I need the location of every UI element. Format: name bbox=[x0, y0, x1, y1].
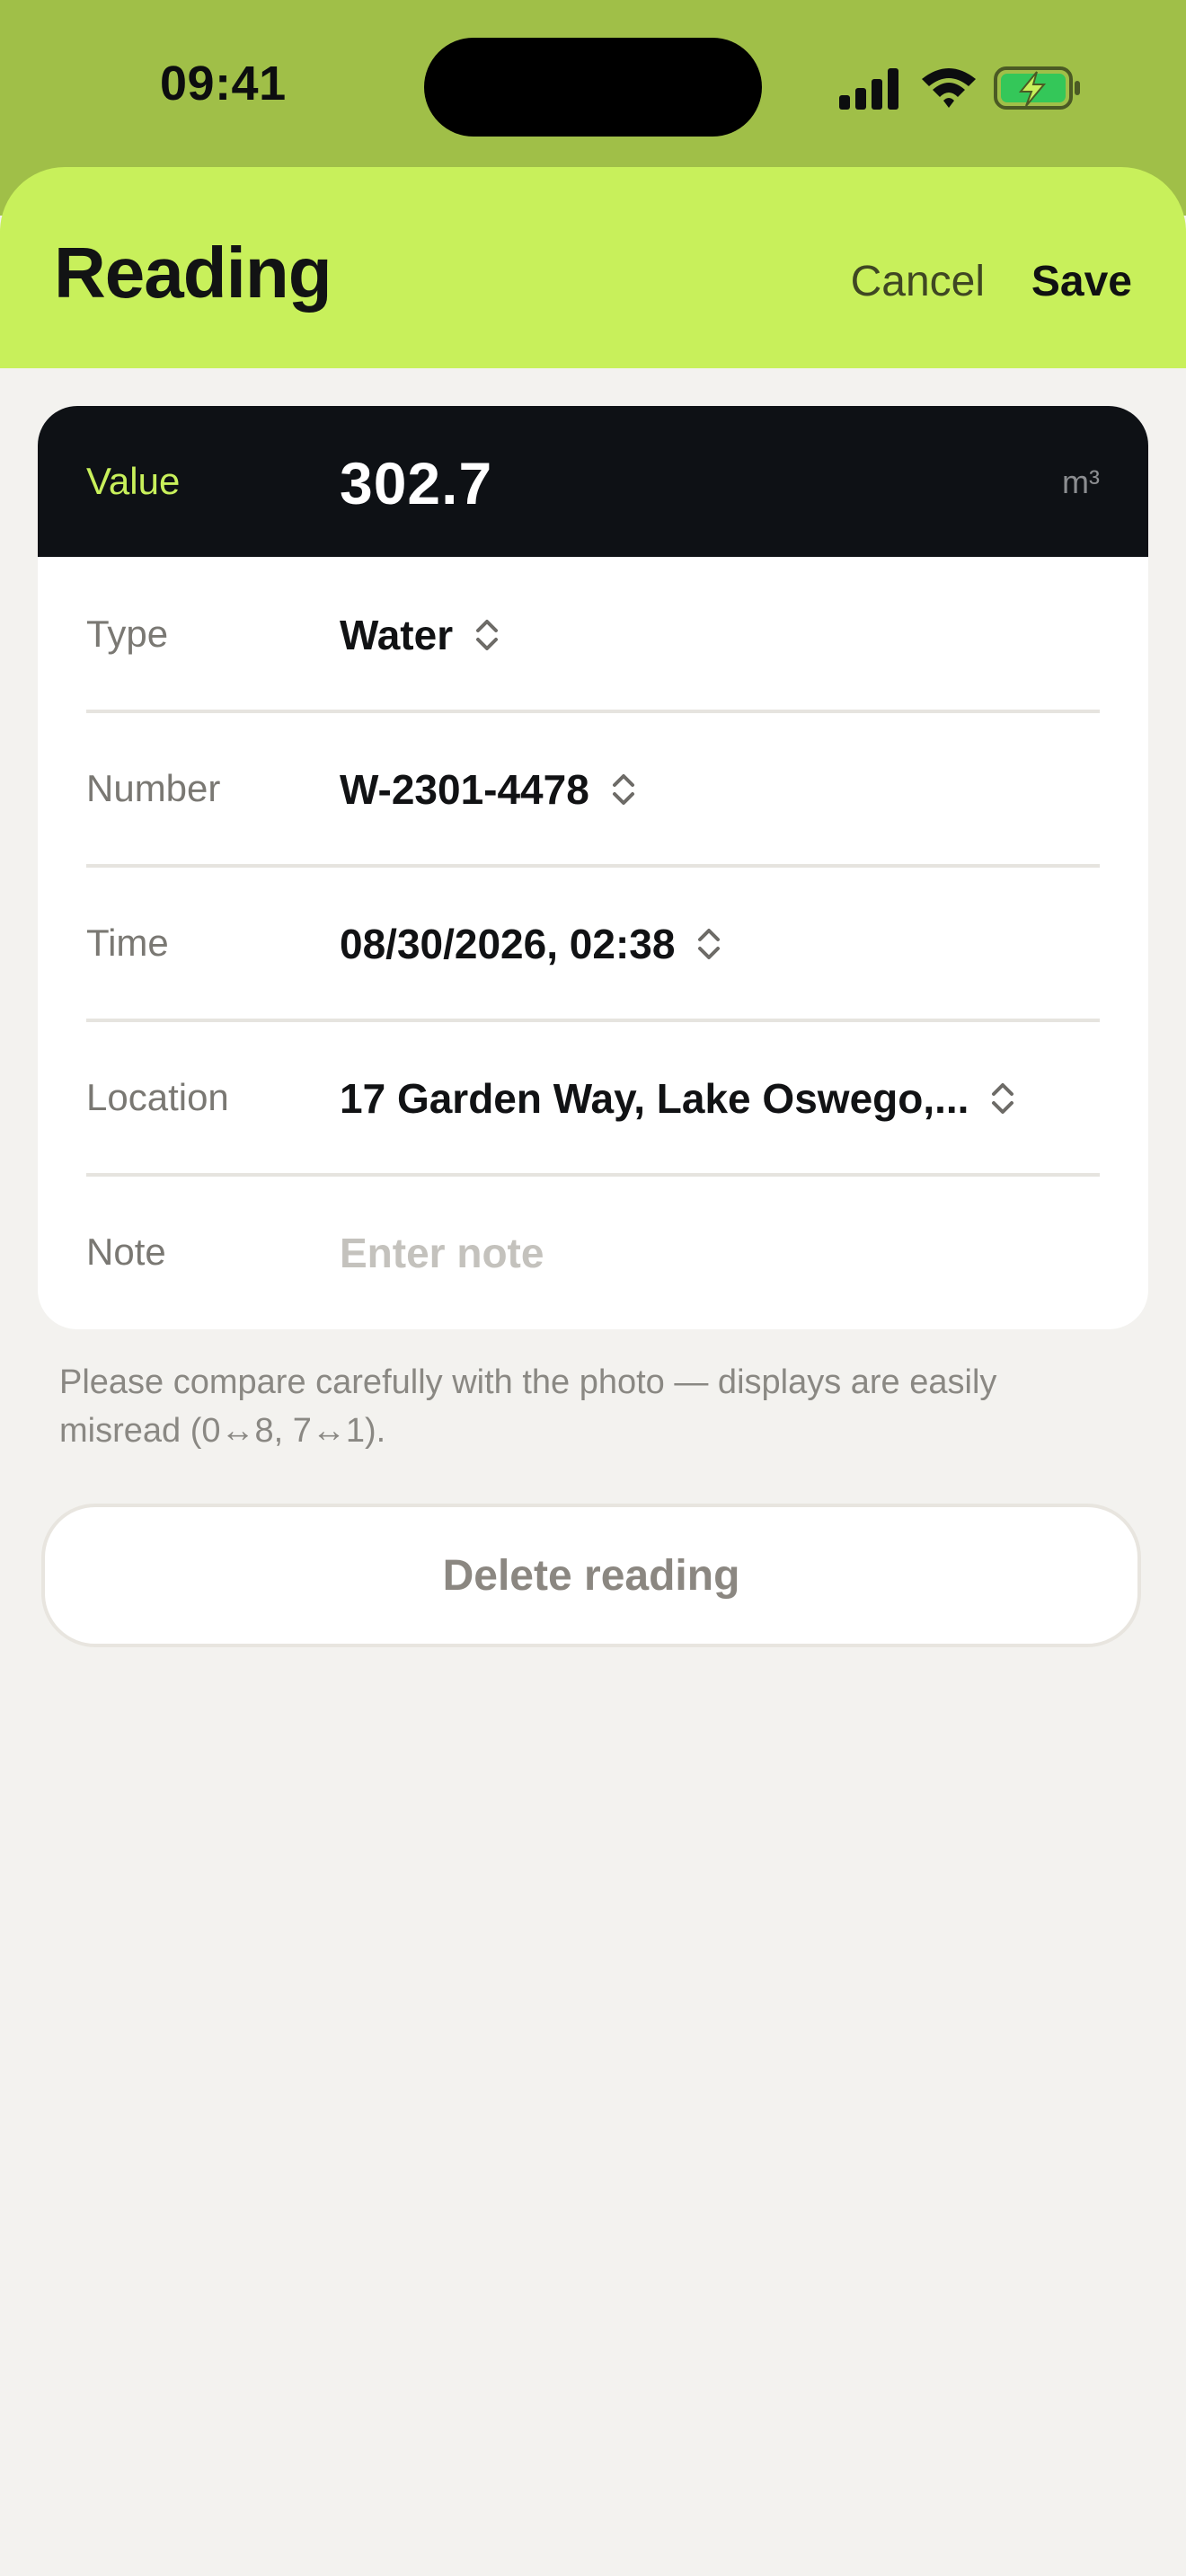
chevron-up-down-icon bbox=[612, 774, 634, 805]
type-value: Water bbox=[340, 612, 454, 658]
value-row[interactable]: Value 302.7 m³ bbox=[38, 406, 1148, 557]
wifi-icon bbox=[922, 68, 976, 108]
location-label: Location bbox=[86, 1076, 229, 1118]
note-row[interactable]: Note Enter note bbox=[86, 1177, 1100, 1329]
number-select[interactable]: W-2301-4478 bbox=[340, 765, 636, 814]
time-label: Time bbox=[86, 922, 169, 964]
number-row[interactable]: Number W-2301-4478 bbox=[86, 713, 1100, 868]
reading-form-card: Value 302.7 m³ Type Water Number W-2301-… bbox=[38, 406, 1148, 1329]
number-value: W-2301-4478 bbox=[340, 766, 589, 813]
cellular-signal-icon bbox=[839, 68, 898, 110]
chevron-up-down-icon bbox=[476, 620, 499, 650]
location-select[interactable]: 17 Garden Way, Lake Oswego,... bbox=[340, 1074, 1015, 1123]
status-time: 09:41 bbox=[160, 57, 287, 110]
type-label: Type bbox=[86, 613, 169, 655]
type-select[interactable]: Water bbox=[340, 611, 500, 659]
number-label: Number bbox=[86, 767, 221, 809]
battery-charging-icon bbox=[994, 66, 1080, 110]
sheet-header: Reading Cancel Save bbox=[0, 167, 1186, 368]
save-button[interactable]: Save bbox=[1031, 257, 1132, 306]
value-unit: m³ bbox=[1062, 463, 1100, 500]
note-label: Note bbox=[86, 1231, 166, 1273]
delete-reading-button[interactable]: Delete reading bbox=[41, 1504, 1141, 1647]
time-row[interactable]: Time 08/30/2026, 02:38 bbox=[86, 868, 1100, 1022]
type-row[interactable]: Type Water bbox=[86, 559, 1100, 713]
dynamic-island bbox=[424, 38, 762, 137]
time-value: 08/30/2026, 02:38 bbox=[340, 921, 676, 967]
page-title: Reading bbox=[54, 233, 332, 313]
location-row[interactable]: Location 17 Garden Way, Lake Oswego,... bbox=[86, 1022, 1100, 1177]
status-icons bbox=[839, 65, 1082, 111]
value-input[interactable]: 302.7 bbox=[340, 449, 492, 517]
location-value: 17 Garden Way, Lake Oswego,... bbox=[340, 1075, 969, 1122]
hint-text: Please compare carefully with the photo … bbox=[59, 1363, 997, 1450]
time-select[interactable]: 08/30/2026, 02:38 bbox=[340, 920, 721, 968]
value-label: Value bbox=[86, 460, 181, 502]
chevron-up-down-icon bbox=[698, 929, 721, 959]
note-input[interactable]: Enter note bbox=[340, 1229, 544, 1277]
chevron-up-down-icon bbox=[992, 1083, 1014, 1114]
cancel-button[interactable]: Cancel bbox=[851, 257, 985, 306]
